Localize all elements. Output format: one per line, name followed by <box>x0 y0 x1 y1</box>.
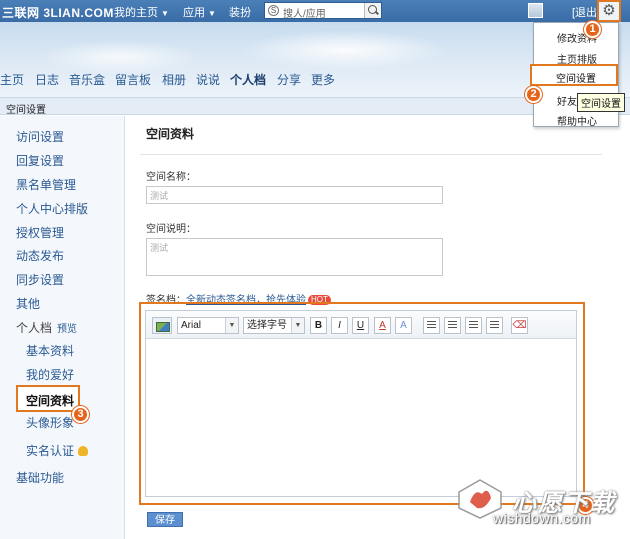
sidebar-item-other[interactable]: 其他 <box>16 295 40 312</box>
banner-cloud <box>240 30 450 70</box>
nav-item-music[interactable]: 音乐盒 <box>69 71 105 88</box>
sidebar-group-personal: 个人档 预览 <box>16 319 77 336</box>
sidebar: 访问设置 回复设置 黑名单管理 个人中心排版 授权管理 动态发布 同步设置 其他… <box>0 116 125 539</box>
editor-toolbar: Arial ▼ 选择字号 ▼ B I U A A ⌫ <box>146 311 576 339</box>
align-left-icon[interactable] <box>423 317 440 334</box>
nav-item-profile[interactable]: 个人档 <box>230 71 266 88</box>
space-desc-field[interactable]: 测试 <box>146 238 443 276</box>
preview-link[interactable]: 预览 <box>57 324 77 335</box>
step-badge-1: 1 <box>584 21 601 38</box>
save-button[interactable]: 保存 <box>147 512 183 527</box>
verified-user-icon <box>78 446 89 456</box>
top-bar: 三联网 3LIAN.COM 我的主页 ▼ 应用 ▼ 装扮 S 搜人/应用 [退出] … <box>0 0 630 22</box>
site-logo[interactable]: 三联网 3LIAN.COM <box>2 4 114 21</box>
chevron-down-icon: ▼ <box>161 9 169 18</box>
insert-image-icon[interactable] <box>152 317 172 334</box>
divider <box>140 154 602 155</box>
sidebar-item-layout[interactable]: 个人中心排版 <box>16 200 88 217</box>
sidebar-item-basic-info[interactable]: 基本资料 <box>26 342 74 359</box>
search-icon[interactable] <box>364 3 381 18</box>
sidebar-item-basic-functions[interactable]: 基础功能 <box>16 469 64 486</box>
nav-item-share[interactable]: 分享 <box>277 71 301 88</box>
font-color-button[interactable]: A <box>374 317 391 334</box>
banner-cloud <box>40 40 200 74</box>
space-desc-value: 测试 <box>150 243 169 253</box>
underline-button[interactable]: U <box>352 317 369 334</box>
sidebar-item-realname[interactable]: 实名认证 <box>26 442 89 459</box>
clear-format-icon[interactable]: ⌫ <box>511 317 528 334</box>
align-center-icon[interactable] <box>444 317 461 334</box>
logout-link[interactable]: [退出] <box>572 4 600 20</box>
sidebar-item-auth[interactable]: 授权管理 <box>16 224 64 241</box>
sidebar-item-space-info[interactable]: 空间资料 <box>16 385 80 412</box>
menu-my-home-label: 我的主页 <box>114 7 158 19</box>
sidebar-item-blacklist[interactable]: 黑名单管理 <box>16 176 76 193</box>
step-badge-2: 2 <box>525 86 542 103</box>
font-family-select[interactable]: Arial ▼ <box>177 317 239 334</box>
font-family-value: Arial <box>181 320 202 331</box>
dropdown-item-label: 空间设置 <box>556 74 596 85</box>
menu-apps[interactable]: 应用 ▼ <box>183 4 216 20</box>
sidebar-item-publish[interactable]: 动态发布 <box>16 247 64 264</box>
search-scope-icon: S <box>268 5 279 16</box>
sidebar-item-reply[interactable]: 回复设置 <box>16 152 64 169</box>
search-box[interactable]: S 搜人/应用 <box>264 2 382 20</box>
space-name-value: 测试 <box>150 191 169 201</box>
background-color-button[interactable]: A <box>395 317 412 334</box>
nav-item-guestbook[interactable]: 留言板 <box>115 71 151 88</box>
chevron-down-icon: ▼ <box>208 9 216 18</box>
dropdown-item-help[interactable]: 帮助中心 <box>557 113 597 128</box>
step-badge-3: 3 <box>72 406 89 423</box>
space-name-field[interactable]: 测试 <box>146 186 443 204</box>
menu-apps-label: 应用 <box>183 7 205 19</box>
sidebar-item-label: 空间资料 <box>26 394 75 408</box>
sidebar-item-label: 实名认证 <box>26 444 75 458</box>
space-name-label: 空间名称： <box>146 172 196 183</box>
page-title: 空间资料 <box>146 127 195 141</box>
space-desc-label: 空间说明： <box>146 224 196 235</box>
bold-button[interactable]: B <box>310 317 327 334</box>
italic-button[interactable]: I <box>331 317 348 334</box>
watermark-url: wishdown.com <box>493 510 591 526</box>
nav-item-blog[interactable]: 日志 <box>35 71 59 88</box>
menu-my-home[interactable]: 我的主页 ▼ <box>114 4 169 20</box>
sidebar-item-sync[interactable]: 同步设置 <box>16 271 64 288</box>
nav-item-album[interactable]: 相册 <box>162 71 186 88</box>
dropdown-item-space-settings[interactable]: 空间设置 <box>530 64 618 86</box>
tooltip: 空间设置 <box>577 93 625 112</box>
avatar[interactable] <box>528 3 543 18</box>
chevron-down-icon: ▼ <box>225 318 238 333</box>
menu-decorate[interactable]: 装扮 <box>229 4 251 20</box>
align-right-icon[interactable] <box>465 317 482 334</box>
align-justify-icon[interactable] <box>486 317 503 334</box>
font-size-value: 选择字号 <box>247 320 287 331</box>
sidebar-item-avatar[interactable]: 头像形象 <box>26 414 74 431</box>
chevron-down-icon: ▼ <box>291 318 304 333</box>
sidebar-item-hobbies[interactable]: 我的爱好 <box>26 366 74 383</box>
gear-icon[interactable]: ⚙ <box>597 0 621 22</box>
signature-editor[interactable]: Arial ▼ 选择字号 ▼ B I U A A ⌫ <box>145 310 577 497</box>
sidebar-item-access[interactable]: 访问设置 <box>16 128 64 145</box>
search-input[interactable]: 搜人/应用 <box>283 5 326 20</box>
nav-item-talk[interactable]: 说说 <box>196 71 220 88</box>
font-size-select[interactable]: 选择字号 ▼ <box>243 317 305 334</box>
nav-item-home[interactable]: 主页 <box>0 71 24 88</box>
nav-item-more[interactable]: 更多 <box>311 71 335 88</box>
sidebar-group-label: 个人档 <box>16 321 53 335</box>
